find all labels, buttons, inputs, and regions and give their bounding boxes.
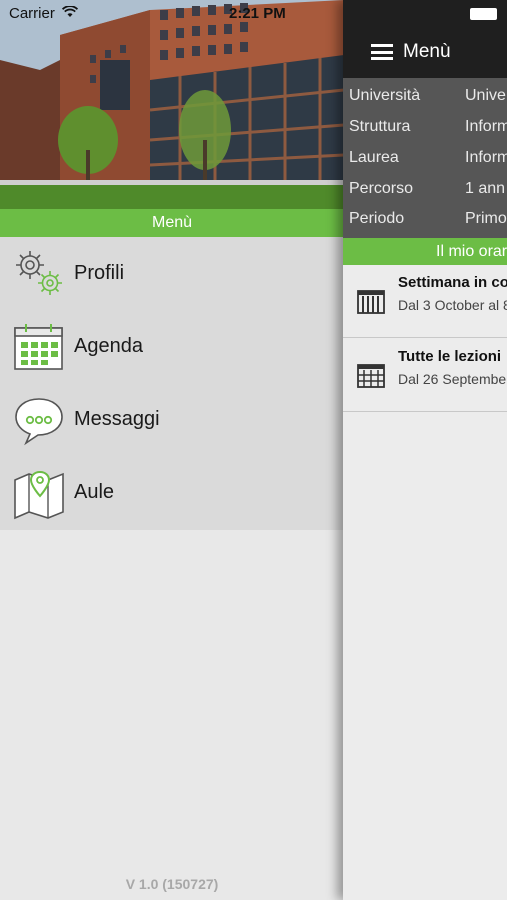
info-key: Periodo xyxy=(349,210,405,227)
side-drawer: Menù Profili Agenda Messaggi Aule V 1.0 … xyxy=(0,0,344,900)
info-value: Unive xyxy=(465,87,506,104)
status-time: 2:21 PM xyxy=(229,5,286,22)
info-value: 1 ann xyxy=(465,180,506,197)
info-row-universita: Università Unive xyxy=(343,87,507,117)
menu-item-label: Profili xyxy=(74,262,125,284)
info-value: Primo xyxy=(465,210,507,227)
map-pin-icon xyxy=(14,470,64,520)
card-settimana[interactable]: Settimana in co Dal 3 October al 8 xyxy=(343,265,507,338)
menu-item-profili[interactable]: Profili xyxy=(0,237,344,310)
info-row-periodo: Periodo Primo xyxy=(343,210,507,240)
menu-item-messaggi[interactable]: Messaggi xyxy=(0,383,344,456)
section-header: Il mio orar xyxy=(343,238,507,265)
card-subtitle: Dal 26 Septembe xyxy=(398,371,507,387)
main-panel: Menù Università Unive Struttura Inform L… xyxy=(343,0,507,900)
info-row-struttura: Struttura Inform xyxy=(343,118,507,148)
wifi-icon xyxy=(62,6,78,17)
info-key: Percorso xyxy=(349,180,414,197)
info-key: Struttura xyxy=(349,118,411,135)
menu-item-label: Aule xyxy=(74,481,115,503)
info-key: Università xyxy=(349,87,421,104)
campus-photo xyxy=(0,0,344,209)
carrier-label: Carrier xyxy=(9,5,55,22)
menu-item-label: Messaggi xyxy=(74,408,160,430)
hamburger-icon[interactable] xyxy=(371,44,393,60)
info-key: Laurea xyxy=(349,149,399,166)
info-row-laurea: Laurea Inform xyxy=(343,149,507,179)
section-label: Il mio orar xyxy=(436,243,507,260)
info-value: Inform xyxy=(465,118,507,135)
card-subtitle: Dal 3 October al 8 xyxy=(398,297,507,313)
info-row-percorso: Percorso 1 ann xyxy=(343,180,507,210)
card-tutte-lezioni[interactable]: Tutte le lezioni Dal 26 Septembe xyxy=(343,339,507,412)
calendar-icon xyxy=(14,324,63,370)
menu-item-label: Agenda xyxy=(74,335,143,357)
card-title: Tutte le lezioni xyxy=(398,348,502,365)
card-title: Settimana in co xyxy=(398,274,507,291)
week-calendar-icon xyxy=(357,290,385,314)
gears-icon xyxy=(16,251,62,295)
drawer-header: Menù xyxy=(0,209,344,237)
month-calendar-icon xyxy=(357,364,385,388)
nav-title[interactable]: Menù xyxy=(403,41,451,63)
status-bar: Carrier 2:21 PM xyxy=(0,0,507,28)
battery-icon xyxy=(470,8,497,20)
app-version: V 1.0 (150727) xyxy=(125,876,219,892)
info-value: Inform xyxy=(465,149,507,166)
menu-item-agenda[interactable]: Agenda xyxy=(0,310,344,383)
drawer-menu-list: Profili Agenda Messaggi Aule xyxy=(0,237,344,530)
profile-info: Università Unive Struttura Inform Laurea… xyxy=(343,78,507,238)
chat-bubble-icon xyxy=(15,398,63,446)
menu-item-aule[interactable]: Aule xyxy=(0,456,344,529)
